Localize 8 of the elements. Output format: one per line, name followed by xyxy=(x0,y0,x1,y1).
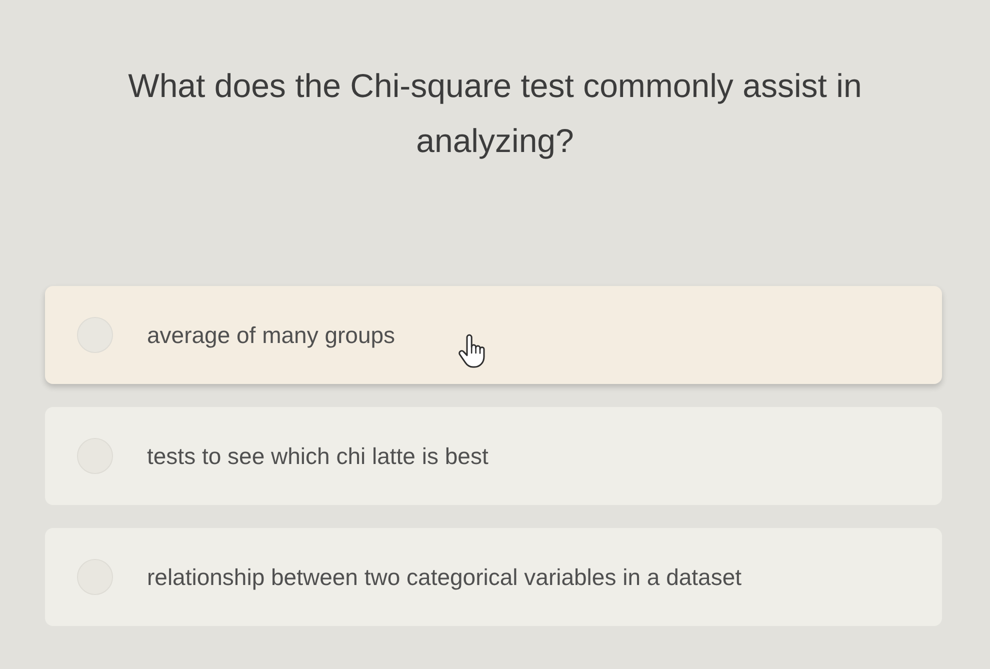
option-label: relationship between two categorical variables in a dataset xyxy=(147,562,742,592)
answer-option[interactable]: average of many groups xyxy=(45,286,942,384)
pointer-hand-icon xyxy=(458,334,486,368)
option-label: average of many groups xyxy=(147,320,396,350)
answer-option[interactable]: relationship between two categorical variables in a dataset xyxy=(45,528,942,626)
option-label: tests to see which chi latte is best xyxy=(147,442,488,471)
question-text: What does the Chi-square test commonly assist in analyzing? xyxy=(127,66,863,161)
answer-option[interactable]: tests to see which chi latte is best xyxy=(45,407,942,505)
